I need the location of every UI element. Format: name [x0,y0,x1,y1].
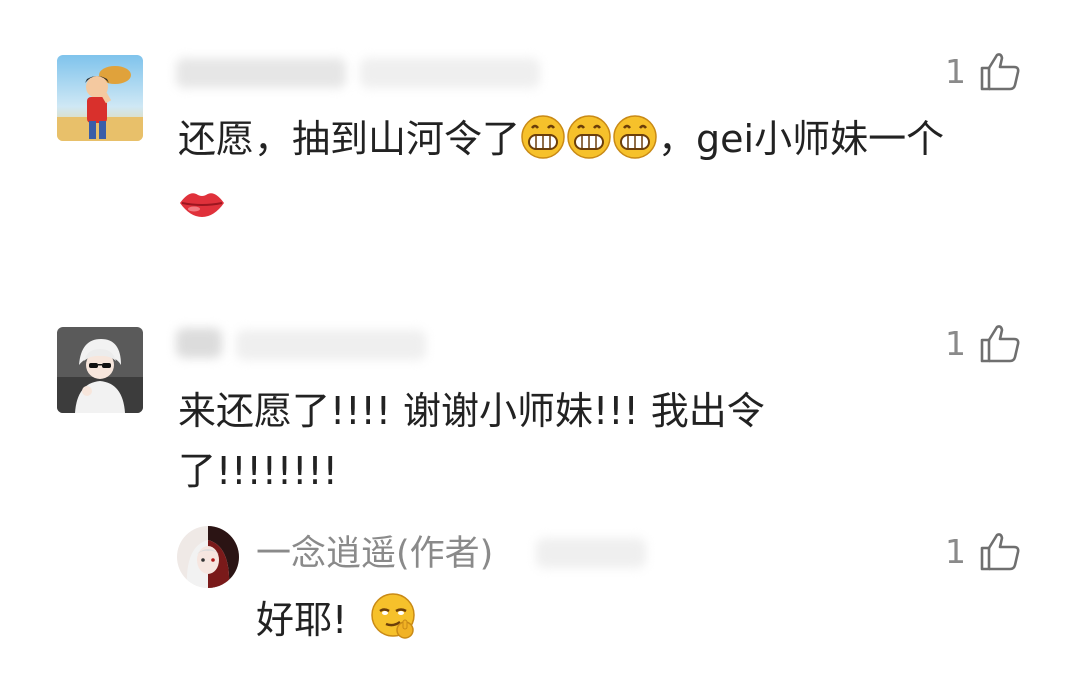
reply-text-part: 好耶! [256,598,348,642]
like-count: 1 [945,532,966,571]
like-count: 1 [945,324,966,363]
username-blurred[interactable] [176,328,222,358]
thumbs-up-icon[interactable] [978,322,1022,366]
avatar-white-hair-character-image [57,327,143,413]
thumbs-up-icon[interactable] [978,530,1022,574]
author-avatar[interactable] [177,526,239,588]
like-control[interactable]: 1 [945,322,1022,366]
reply-author-name[interactable]: 一念逍遥(作者) [256,532,493,576]
comment-text-line2: 了!!!!!!!! [178,449,338,493]
comment-text: 来还愿了!!!! 谢谢小师妹!!! 我出令 [178,389,765,433]
smirking-face-icon [369,591,419,641]
timestamp-blurred [536,538,646,568]
reply-text: 好耶! [256,591,419,649]
comment-item: 1 来还愿了!!!! 谢谢小师妹!!! 我出令 了!!!!!!!! 一念逍遥(作… [0,0,1080,691]
like-control[interactable]: 1 [945,530,1022,574]
timestamp-blurred [236,330,426,360]
avatar-author-image [177,526,239,588]
avatar[interactable] [57,327,143,413]
